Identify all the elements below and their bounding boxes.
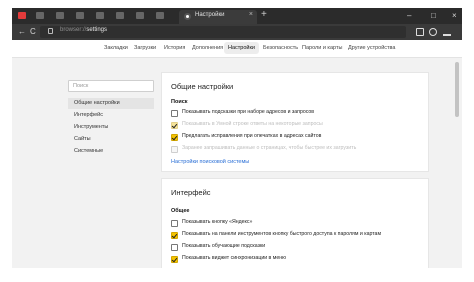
option-label: Показывать на панели инструментов кнопку… — [182, 231, 382, 237]
sidebar-item-tools[interactable]: Инструменты — [68, 122, 154, 133]
search-placeholder: Поиск — [73, 83, 89, 89]
tab-bar: Настройки × + – □ × — [12, 8, 462, 24]
general-settings-title: Общие настройки — [171, 82, 234, 91]
settings-search-input[interactable]: Поиск — [68, 80, 154, 92]
bookmark-icon[interactable] — [416, 28, 424, 36]
option-label: Показывать кнопку «Яндекс» — [182, 219, 253, 225]
nav-passwords[interactable]: Пароли и карты — [302, 45, 342, 51]
reload-icon[interactable]: C — [30, 27, 36, 37]
address-bar: ← C browser://settings — [12, 24, 462, 40]
nav-extensions[interactable]: Дополнения — [192, 45, 223, 51]
tab-icon[interactable] — [96, 12, 104, 19]
interface-title: Интерфейс — [171, 188, 211, 197]
option-label: Показывать виджет синхронизации в меню — [182, 255, 286, 261]
checkbox — [171, 122, 178, 129]
search-section-label: Поиск — [171, 99, 188, 105]
tab-icon[interactable] — [76, 12, 84, 19]
nav-history[interactable]: История — [164, 45, 185, 51]
tab-icon[interactable] — [36, 12, 44, 19]
close-tab-icon[interactable]: × — [249, 11, 253, 18]
tab-icon[interactable] — [18, 12, 26, 19]
tab-icon[interactable] — [116, 12, 124, 19]
checkbox[interactable] — [171, 134, 178, 141]
settings-gear-icon — [184, 13, 191, 20]
checkbox — [171, 146, 178, 153]
page-scrollbar[interactable] — [454, 58, 460, 266]
nav-downloads[interactable]: Загрузки — [134, 45, 156, 51]
option-label: Показывать обучающие подсказки — [182, 243, 266, 249]
url-text: browser://settings — [60, 27, 108, 33]
option-label: Предлагать исправления при опечатках в а… — [182, 133, 322, 139]
new-tab-button[interactable]: + — [261, 9, 267, 21]
sidebar-item-sites[interactable]: Сайты — [68, 134, 154, 145]
browser-window: Настройки × + – □ × ← C browser://settin… — [12, 8, 462, 268]
option-label: Показывать в Умной строке ответы на неко… — [182, 121, 323, 127]
tab-icon[interactable] — [136, 12, 144, 19]
checkbox[interactable] — [171, 110, 178, 117]
nav-other-devices[interactable]: Другие устройства — [348, 45, 395, 51]
nav-settings[interactable]: Настройки — [224, 42, 259, 54]
tab-icon[interactable] — [156, 12, 164, 19]
url-input[interactable]: browser://settings — [40, 26, 406, 38]
nav-bookmarks[interactable]: Закладки — [104, 45, 128, 51]
close-window-icon[interactable]: × — [452, 11, 457, 20]
checkbox[interactable] — [171, 220, 178, 227]
settings-top-nav: Закладки Загрузки История Дополнения Нас… — [12, 40, 462, 58]
scrollbar-thumb[interactable] — [455, 62, 459, 117]
interface-settings-card: Интерфейс Общее Показывать кнопку «Яндек… — [161, 178, 429, 268]
back-icon[interactable]: ← — [18, 27, 26, 37]
search-engine-settings-link[interactable]: Настройки поисковой системы — [171, 159, 249, 165]
sidebar-item-system[interactable]: Системные — [68, 146, 154, 157]
general-settings-card: Общие настройки Поиск Показывать подсказ… — [161, 72, 429, 172]
lock-icon — [48, 28, 53, 34]
sidebar-item-interface[interactable]: Интерфейс — [68, 110, 154, 121]
maximize-icon[interactable]: □ — [431, 11, 436, 20]
checkbox[interactable] — [171, 232, 178, 239]
tab-title: Настройки — [195, 12, 225, 18]
option-label: Заранее запрашивать данные о страницах, … — [182, 145, 357, 151]
checkbox[interactable] — [171, 244, 178, 251]
minimize-icon[interactable]: – — [407, 11, 411, 20]
sync-icon[interactable] — [429, 28, 437, 36]
sidebar-item-general[interactable]: Общие настройки — [68, 98, 154, 109]
tab-icon[interactable] — [56, 12, 64, 19]
option-label: Показывать подсказки при наборе адресов … — [182, 109, 315, 115]
download-icon[interactable] — [443, 28, 451, 36]
tab-settings[interactable]: Настройки × — [179, 10, 257, 24]
checkbox[interactable] — [171, 256, 178, 263]
general-section-label: Общее — [171, 208, 190, 214]
nav-security[interactable]: Безопасность — [263, 45, 298, 51]
